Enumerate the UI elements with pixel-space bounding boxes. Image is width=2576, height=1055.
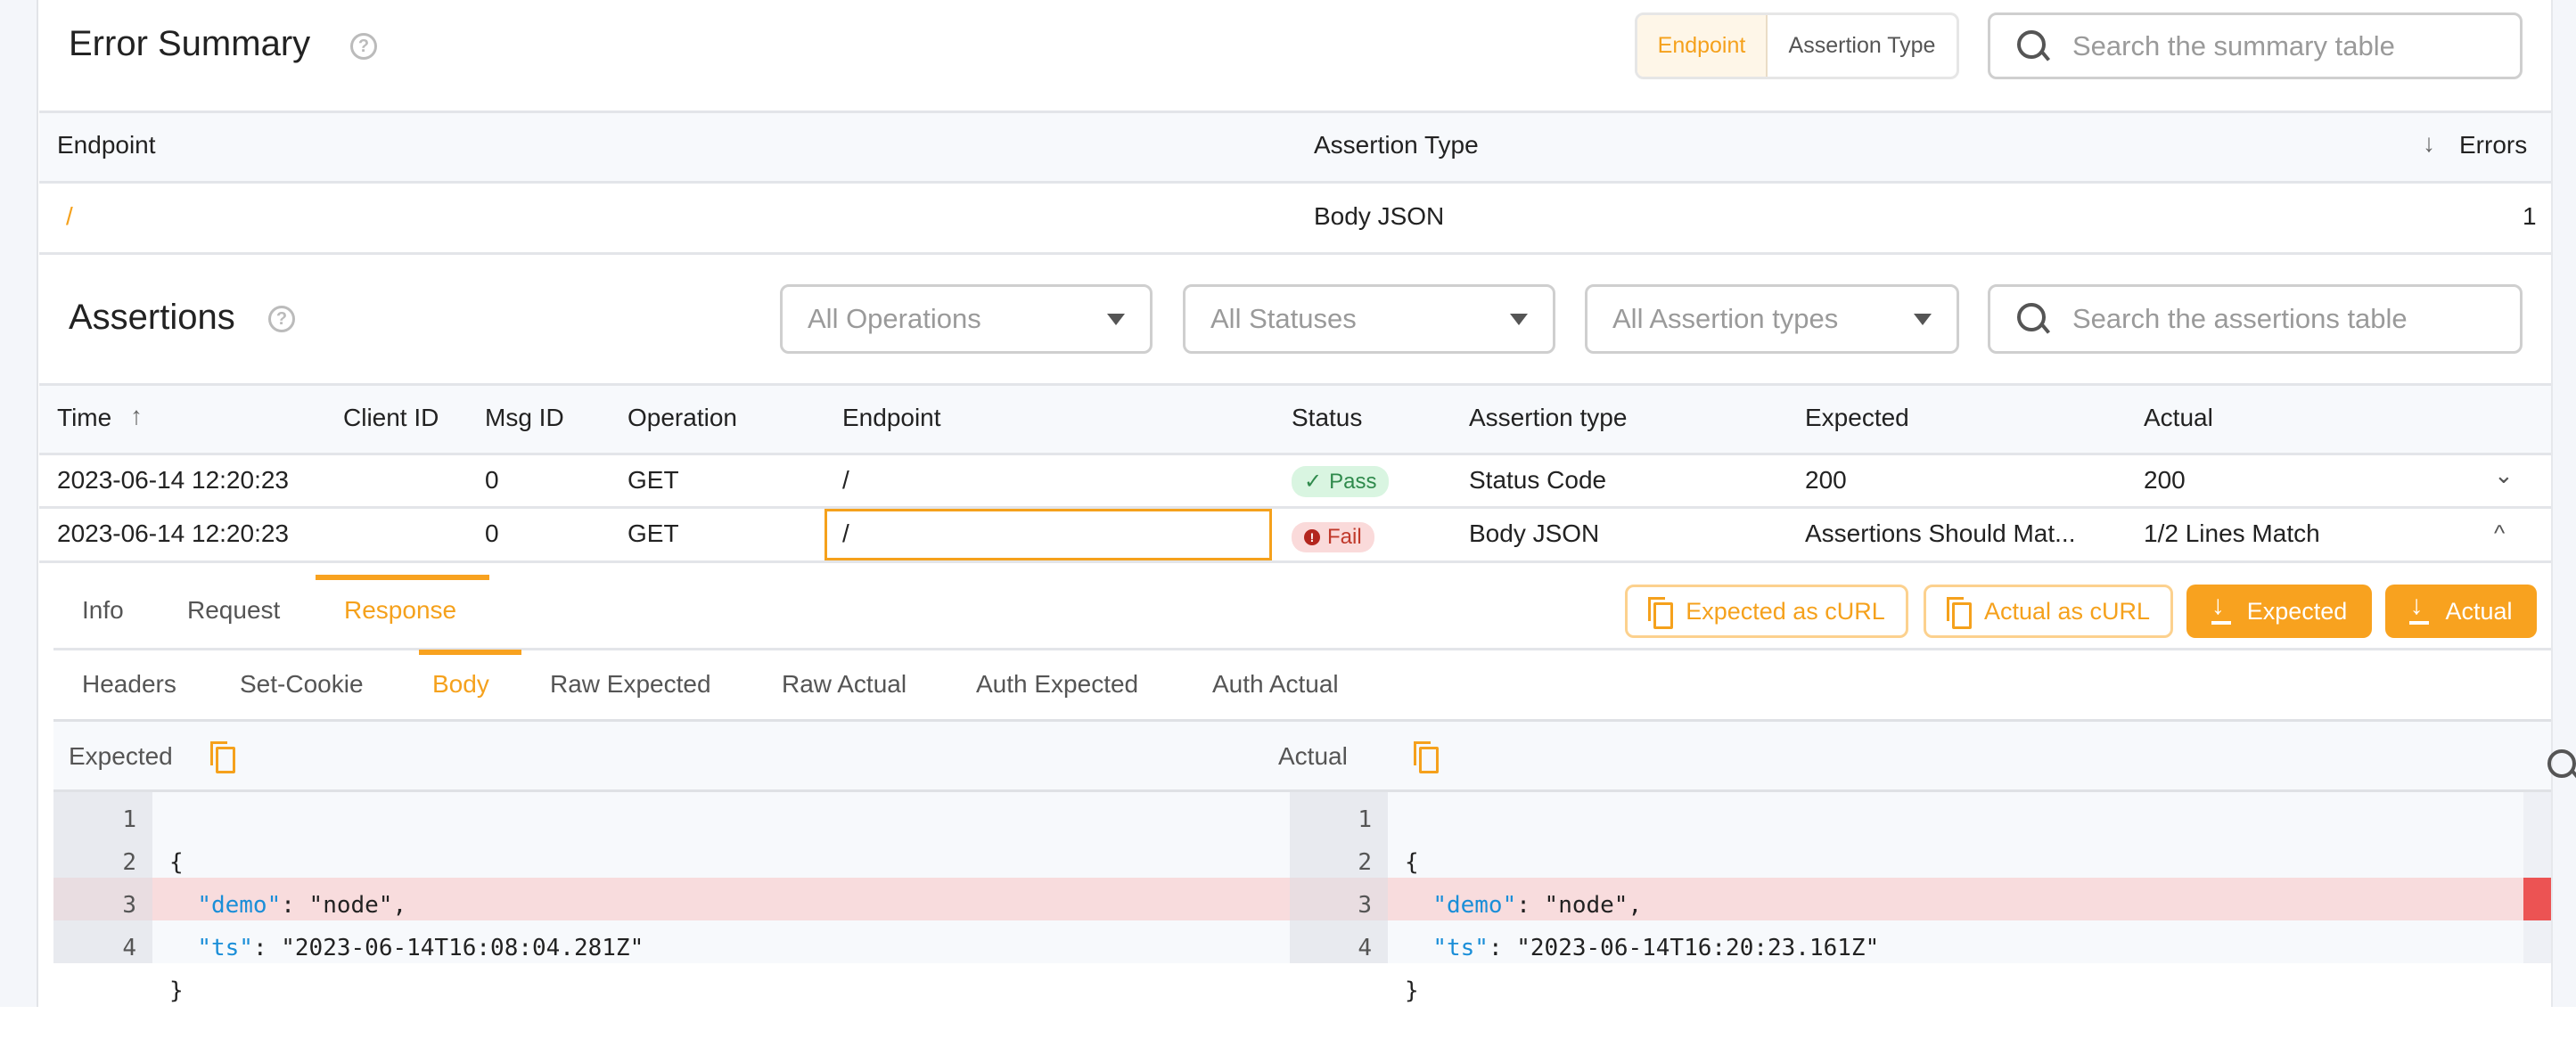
operations-filter[interactable]: All Operations	[780, 284, 1153, 354]
row-operation: GET	[628, 519, 679, 547]
summary-endpoint-link[interactable]: /	[66, 202, 73, 231]
button-label: Expected as cURL	[1686, 597, 1885, 625]
arrow-down-icon: ↓	[2423, 129, 2435, 157]
row-endpoint: /	[842, 519, 849, 547]
status-label: Pass	[1329, 469, 1377, 494]
statuses-filter-value: All Statuses	[1210, 303, 1357, 334]
group-by-assertion-type[interactable]: Assertion Type	[1768, 15, 1957, 77]
check-icon: ✓	[1304, 470, 1323, 494]
left-gutter	[0, 0, 38, 1007]
expected-line-numbers: 1234	[53, 792, 152, 963]
search-placeholder: Search the assertions table	[2072, 303, 2408, 334]
status-badge: ! Fail	[1292, 519, 1374, 552]
copy-icon[interactable]	[210, 741, 235, 773]
active-subtab-indicator	[419, 650, 521, 655]
assertion-types-filter-value: All Assertion types	[1612, 303, 1839, 334]
tab-response[interactable]: Response	[344, 596, 456, 625]
row-assertion-type: Body JSON	[1469, 519, 1600, 547]
summary-table-header	[39, 113, 2551, 181]
subtab-body[interactable]: Body	[432, 670, 489, 699]
diff-marker	[2523, 878, 2551, 920]
copy-icon	[1946, 597, 1972, 629]
button-label: Expected	[2246, 597, 2348, 625]
subtab-raw-actual[interactable]: Raw Actual	[782, 670, 907, 699]
actual-code: { "demo": "node", "ts": "2023-06-14T16:2…	[1405, 849, 1880, 1004]
statuses-filter[interactable]: All Statuses	[1183, 284, 1555, 354]
row-msg-id: 0	[485, 519, 499, 547]
expected-label: Expected	[69, 742, 173, 770]
column-errors[interactable]: Errors	[2459, 131, 2527, 159]
row-actual: 200	[2144, 466, 2186, 494]
assertions-search-input[interactable]: Search the assertions table	[1988, 284, 2523, 354]
summary-assertion-type: Body JSON	[1314, 202, 1445, 230]
chevron-down-icon[interactable]: ⌄	[2494, 462, 2514, 489]
column-endpoint[interactable]: Endpoint	[842, 404, 941, 432]
operations-filter-value: All Operations	[808, 303, 981, 334]
error-summary-title: Error Summary	[69, 24, 311, 63]
question-circle-icon[interactable]: ?	[268, 306, 295, 332]
column-assertion-type[interactable]: Assertion type	[1469, 404, 1627, 432]
row-assertion-type: Status Code	[1469, 466, 1607, 494]
chevron-up-icon[interactable]: ^	[2494, 519, 2505, 547]
column-time[interactable]: Time	[57, 404, 111, 432]
column-client-id[interactable]: Client ID	[343, 404, 439, 432]
column-actual[interactable]: Actual	[2144, 404, 2213, 432]
row-time: 2023-06-14 12:20:23	[57, 466, 289, 494]
tab-request[interactable]: Request	[187, 596, 280, 625]
active-tab-indicator	[316, 575, 489, 580]
assertion-types-filter[interactable]: All Assertion types	[1585, 284, 1959, 354]
subtab-set-cookie[interactable]: Set-Cookie	[240, 670, 364, 699]
column-endpoint[interactable]: Endpoint	[57, 131, 156, 159]
group-by-endpoint[interactable]: Endpoint	[1637, 15, 1768, 77]
actual-label: Actual	[1278, 742, 1348, 770]
actual-line-numbers: 1234	[1290, 792, 1388, 963]
summary-search-input[interactable]: Search the summary table	[1988, 12, 2523, 79]
exclamation-circle-icon: !	[1304, 529, 1320, 545]
caret-down-icon	[1914, 314, 1932, 325]
button-label: Actual as cURL	[1983, 597, 2151, 625]
selected-cell[interactable]	[824, 509, 1272, 560]
row-expected: Assertions Should Mat...	[1805, 519, 2076, 547]
download-icon	[2409, 591, 2430, 625]
subtab-raw-expected[interactable]: Raw Expected	[550, 670, 711, 699]
download-icon	[2211, 591, 2231, 625]
row-endpoint: /	[842, 466, 849, 494]
scrollbar[interactable]	[2551, 0, 2576, 1007]
caret-down-icon	[1510, 314, 1528, 325]
row-actual: 1/2 Lines Match	[2144, 519, 2320, 547]
download-expected-button[interactable]: Expected	[2186, 585, 2372, 638]
assertions-title: Assertions	[69, 298, 235, 337]
question-circle-icon[interactable]: ?	[350, 33, 377, 60]
download-actual-button[interactable]: Actual	[2385, 585, 2537, 638]
column-expected[interactable]: Expected	[1805, 404, 1909, 432]
subtab-auth-expected[interactable]: Auth Expected	[976, 670, 1138, 699]
copy-icon[interactable]	[1413, 741, 1439, 773]
summary-errors: 1	[2523, 202, 2537, 230]
arrow-up-icon: ↑	[130, 402, 143, 429]
expected-code: { "demo": "node", "ts": "2023-06-14T16:0…	[169, 849, 644, 1004]
row-msg-id: 0	[485, 466, 499, 494]
subtab-auth-actual[interactable]: Auth Actual	[1212, 670, 1339, 699]
row-operation: GET	[628, 466, 679, 494]
subtab-headers[interactable]: Headers	[82, 670, 176, 699]
search-placeholder: Search the summary table	[2072, 29, 2395, 61]
column-status[interactable]: Status	[1292, 404, 1362, 432]
copy-actual-curl-button[interactable]: Actual as cURL	[1924, 585, 2173, 638]
status-badge: ✓ Pass	[1292, 466, 1390, 497]
column-msg-id[interactable]: Msg ID	[485, 404, 564, 432]
group-by-toggle: Endpoint Assertion Type	[1635, 12, 1959, 79]
copy-icon	[1648, 597, 1674, 629]
caret-down-icon	[1107, 314, 1125, 325]
button-label: Actual	[2445, 597, 2513, 625]
copy-expected-curl-button[interactable]: Expected as cURL	[1625, 585, 1908, 638]
row-expected: 200	[1805, 466, 1847, 494]
status-label: Fail	[1327, 525, 1362, 549]
column-operation[interactable]: Operation	[628, 404, 737, 432]
row-time: 2023-06-14 12:20:23	[57, 519, 289, 547]
column-assertion-type[interactable]: Assertion Type	[1314, 131, 1479, 159]
search-icon	[2015, 29, 2051, 64]
tab-info[interactable]: Info	[82, 596, 124, 625]
search-icon	[2015, 301, 2051, 337]
